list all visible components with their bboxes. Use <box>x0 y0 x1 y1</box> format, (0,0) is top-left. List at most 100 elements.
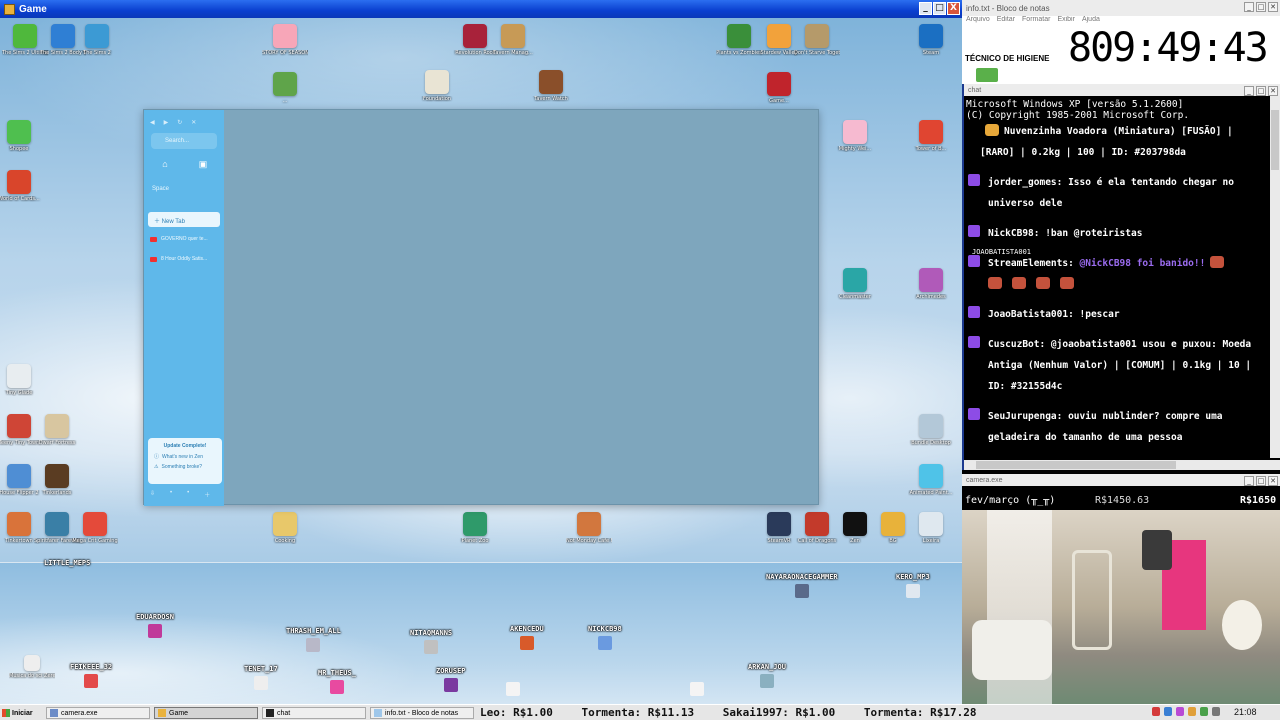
desktop-icon-pinkapp[interactable]: Planet Zoo <box>452 512 498 544</box>
goal-current: R$1450.63 <box>1095 495 1150 506</box>
minimize-button[interactable]: _ <box>1244 2 1254 12</box>
desktop-icon-cleanmaster[interactable]: Cleanmaster <box>832 268 878 300</box>
add-icon[interactable]: ＋ <box>204 490 210 499</box>
desktop-icon-tavern[interactable]: Tavern Manag... <box>490 24 536 56</box>
download-icon[interactable]: ⇩ <box>150 490 155 499</box>
dot-icon[interactable]: • <box>170 490 172 499</box>
tray-icon[interactable] <box>1152 707 1160 716</box>
youtube-icon <box>150 256 157 262</box>
webcam-object <box>1072 550 1112 650</box>
goal-target: R$1650 <box>1240 495 1277 506</box>
volume-icon[interactable] <box>1212 707 1220 716</box>
desktop-icon-dontstarve[interactable]: Don't Starve Together <box>794 24 840 56</box>
game-title-bar[interactable]: Game _ □ X <box>0 0 962 18</box>
tray-icon[interactable] <box>1188 707 1196 716</box>
maximize-button[interactable]: □ <box>1256 2 1266 12</box>
chat-horizontal-scrollbar[interactable] <box>964 460 1280 470</box>
desktop-icon-shopee[interactable]: Shopee <box>0 120 42 152</box>
desktop-shortcut[interactable]: Música do sci Zere <box>9 655 55 679</box>
desktop-icon-marvel[interactable]: Mighty Wei... <box>832 120 878 152</box>
minimize-button[interactable]: _ <box>1244 86 1254 96</box>
desktop-icon-label: Archimedes <box>916 294 946 300</box>
bg-icon <box>881 512 905 536</box>
desktop-icon-archimedes[interactable]: Archimedes <box>908 268 954 300</box>
desktop-icon-tboi[interactable]: Tower of B... <box>908 120 954 152</box>
dontstarve-icon <box>805 24 829 48</box>
taskbar-item-notepad[interactable]: info.txt - Bloco de notas <box>370 707 474 719</box>
chatter-sprite <box>306 638 321 652</box>
tray-icon[interactable] <box>1164 707 1172 716</box>
desktop-icon-label: Mighty Wei... <box>838 146 872 152</box>
chatter-sprite <box>253 676 268 690</box>
new-tab-button[interactable]: ＋ New Tab <box>148 212 220 227</box>
taskbar-item-game[interactable]: Game <box>154 707 258 719</box>
ticker-item: Leo: R$1.00 <box>480 706 553 719</box>
tray-icon[interactable] <box>1200 707 1208 716</box>
chat-message: JoaoBatista001: !pescar <box>966 304 1268 325</box>
chatter-sprite <box>147 624 162 638</box>
zen-tab[interactable]: GOVERNO quer te... <box>150 233 220 245</box>
desktop-icon-cooking[interactable]: Cooking <box>262 512 308 544</box>
clock[interactable]: 21:08 <box>1234 707 1257 717</box>
emote-icon <box>1012 277 1026 289</box>
reload-icon[interactable]: ↻ <box>177 119 182 126</box>
taskbar-item-chat[interactable]: chat <box>262 707 366 719</box>
tray-icon[interactable] <box>1176 707 1184 716</box>
desktop-icon-story[interactable]: STORY OF SEASONS... <box>262 24 308 56</box>
chatter-sprite <box>329 680 344 694</box>
desktop-icon-annihilated[interactable]: Animated Paint... <box>908 464 954 496</box>
twitch-icon <box>968 225 980 237</box>
minimize-button[interactable]: _ <box>1244 476 1254 486</box>
zen-browser-window[interactable]: ◀ ▶ ↻ ✕ Search... ⌂ ▣ Space ＋ New Tab GO… <box>143 109 819 506</box>
essentials-icon[interactable]: ▣ <box>193 159 213 173</box>
minimize-button[interactable]: _ <box>919 2 932 15</box>
chat-title-bar[interactable]: chat _ □ ✕ <box>964 84 1280 96</box>
desktop-icon-factorio[interactable]: Dwarf Fortress <box>34 414 80 446</box>
menu-arquivo[interactable]: Arquivo <box>966 16 990 26</box>
workspace-icon[interactable]: ⌂ <box>155 159 175 173</box>
dot-icon[interactable]: • <box>187 490 189 499</box>
update-title: Update Complete! <box>163 443 207 449</box>
chat-window[interactable]: chat _ □ ✕ Microsoft Windows XP [versão … <box>962 84 1280 470</box>
something-broke-link[interactable]: ⚠ Something broke? <box>148 460 222 470</box>
menu-formatar[interactable]: Formatar <box>1022 16 1050 26</box>
chat-message: NickCB98: !ban @roteiristas <box>966 223 1268 244</box>
desktop-icon-sims2c[interactable]: The Sims 2 <box>74 24 120 56</box>
desktop-icon-game2[interactable]: Game... <box>756 72 802 104</box>
desktop-icon-oneshot[interactable]: World of Cards... <box>0 170 42 202</box>
desktop-icon-steam[interactable]: Steam <box>908 24 954 56</box>
whats-new-link[interactable]: ⓘ What's new in Zen <box>148 449 222 461</box>
zen-tab[interactable]: 8 Hour Oddly Satis... <box>150 253 220 265</box>
maximize-button[interactable]: □ <box>1256 476 1266 486</box>
emote-icon <box>1036 277 1050 289</box>
camera-window[interactable]: camera.exe _ □ ✕ fev/março (╥_╥) R$1450.… <box>962 474 1280 704</box>
menu-editar[interactable]: Editar <box>997 16 1015 26</box>
desktop-icon-lixeira[interactable]: Lixeira <box>908 512 954 544</box>
close-button[interactable]: X <box>947 2 960 15</box>
desktop-icon-mega[interactable]: Mega Crit Gaming <box>72 512 118 544</box>
chat-log[interactable]: Microsoft Windows XP [versão 5.1.2600] (… <box>964 96 1270 458</box>
desktop-icon-foundation[interactable]: Foundation <box>414 70 460 102</box>
start-button[interactable]: Iniciar <box>2 707 40 719</box>
close-icon[interactable]: ✕ <box>191 119 196 126</box>
chat-vertical-scrollbar[interactable] <box>1270 96 1280 458</box>
notepad-title-bar[interactable]: info.txt - Bloco de notas _ □ ✕ <box>962 0 1280 16</box>
close-button[interactable]: ✕ <box>1268 2 1278 12</box>
maximize-button[interactable]: □ <box>1256 86 1266 96</box>
desktop-icon-tinyglade[interactable]: Tiny Glade <box>0 364 42 396</box>
mega-icon <box>83 512 107 536</box>
desktop-icon-wild[interactable]: Tinkerlands <box>34 464 80 496</box>
taskbar-item-camera[interactable]: camera.exe <box>46 707 150 719</box>
back-icon[interactable]: ◀ <box>150 119 155 126</box>
desktop-icon-greenbug[interactable]: ... <box>262 72 308 104</box>
maximize-button[interactable]: □ <box>933 2 946 15</box>
emote-icon <box>988 277 1002 289</box>
zen-search-input[interactable]: Search... <box>151 133 217 149</box>
desktop-icon-nomanday[interactable]: Not Monday Cafe Flipper <box>566 512 612 544</box>
forward-icon[interactable]: ▶ <box>164 119 169 126</box>
camera-title-bar[interactable]: camera.exe _ □ ✕ <box>962 474 1280 486</box>
close-button[interactable]: ✕ <box>1268 476 1278 486</box>
desktop-icon-bundle[interactable]: Bundle Desktop <box>908 414 954 446</box>
close-button[interactable]: ✕ <box>1268 86 1278 96</box>
desktop-icon-tavernwatch[interactable]: Tavern Watch <box>528 70 574 102</box>
